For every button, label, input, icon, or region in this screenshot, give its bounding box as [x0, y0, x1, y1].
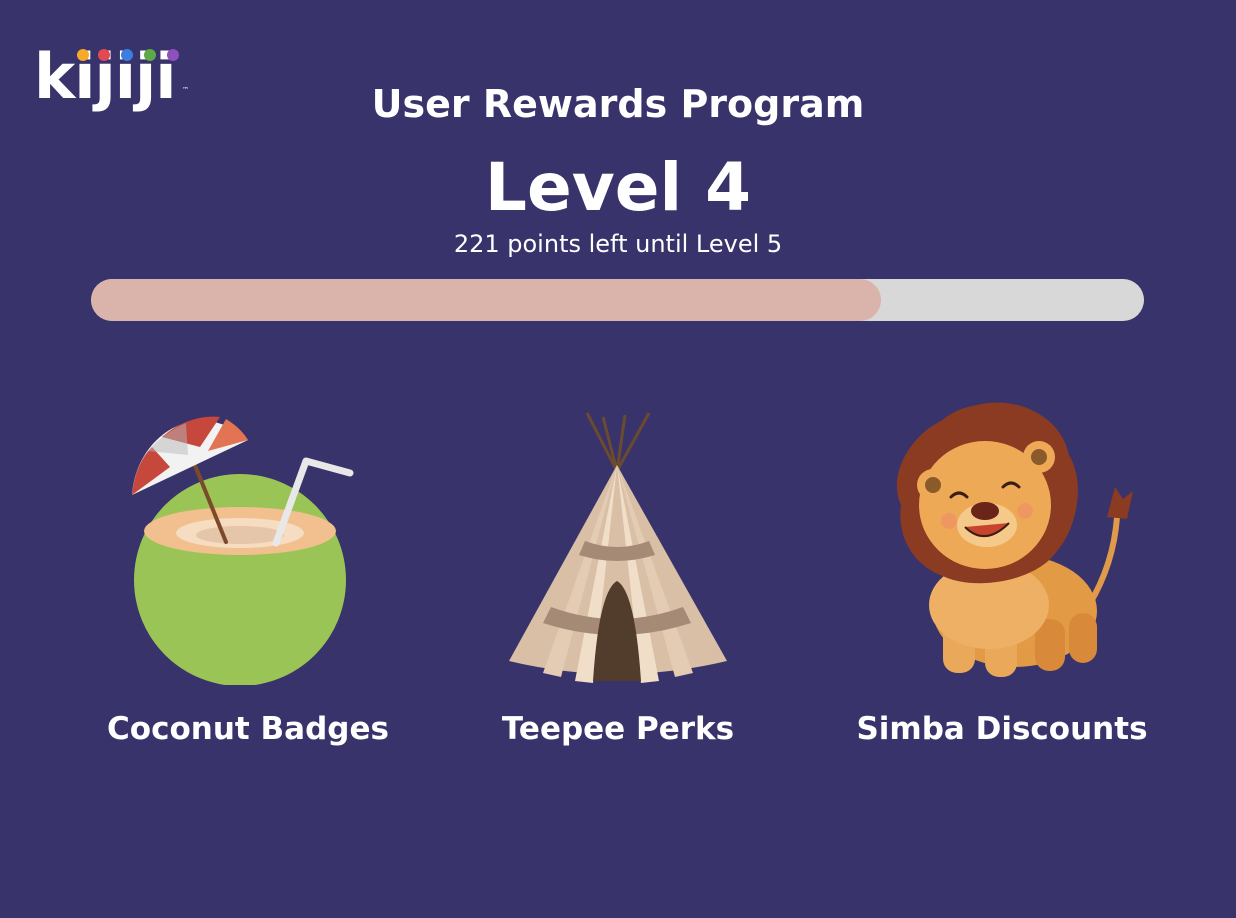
reward-simba-discounts[interactable]: Simba Discounts	[822, 395, 1182, 765]
lion-icon	[896, 402, 1133, 677]
reward-label: Simba Discounts	[856, 711, 1148, 747]
level-progress-fill	[91, 279, 881, 321]
program-title: User Rewards Program	[371, 82, 865, 126]
level-title: Level 4	[484, 149, 752, 226]
logo-dot-blue	[121, 49, 133, 61]
reward-label: Teepee Perks	[501, 711, 735, 747]
points-left-text: 221 points left until Level 5	[453, 230, 783, 258]
logo-dot-purple	[167, 49, 179, 61]
reward-teepee-perks[interactable]: Teepee Perks	[438, 395, 798, 765]
teepee-icon	[509, 412, 727, 683]
logo-dot-red	[98, 49, 110, 61]
logo-dot-orange	[77, 49, 89, 61]
reward-coconut-badges[interactable]: Coconut Badges	[68, 395, 428, 765]
logo-dot-green	[144, 49, 156, 61]
coconut-drink-icon	[132, 416, 354, 685]
reward-label: Coconut Badges	[107, 711, 389, 747]
level-progress-bar	[91, 279, 1144, 321]
